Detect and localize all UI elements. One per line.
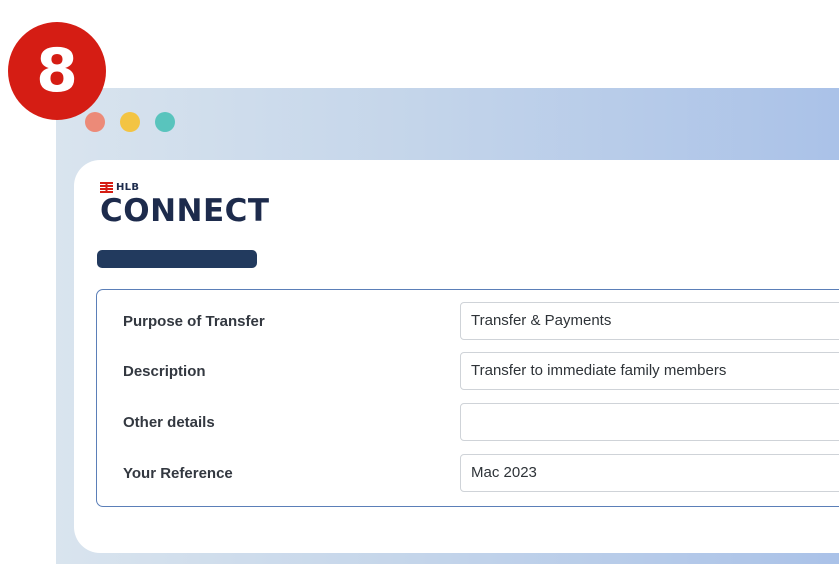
tutorial-screenshot: 8 HLB CONNECT Purpose of Transfer Transf… — [0, 0, 839, 564]
description-field[interactable]: Transfer to immediate family members — [460, 352, 839, 390]
hlb-logo-icon — [100, 181, 113, 193]
other-details-field[interactable] — [460, 403, 839, 441]
reference-label: Your Reference — [123, 465, 233, 482]
section-title-placeholder — [97, 250, 257, 268]
your-reference-field[interactable]: Mac 2023 — [460, 454, 839, 492]
step-number-badge: 8 — [8, 22, 106, 120]
form-row-purpose: Purpose of Transfer Transfer & Payments — [97, 302, 839, 342]
logo-hlb-label: HLB — [116, 181, 140, 193]
window-controls — [85, 112, 175, 132]
purpose-of-transfer-field[interactable]: Transfer & Payments — [460, 302, 839, 340]
close-window-dot[interactable] — [85, 112, 105, 132]
form-row-other-details: Other details — [97, 403, 839, 443]
form-row-reference: Your Reference Mac 2023 — [97, 454, 839, 494]
minimize-window-dot[interactable] — [120, 112, 140, 132]
logo-wordmark: CONNECT — [100, 193, 270, 229]
transfer-details-form: Purpose of Transfer Transfer & Payments … — [96, 289, 839, 507]
other-details-label: Other details — [123, 414, 215, 431]
form-row-description: Description Transfer to immediate family… — [97, 352, 839, 392]
maximize-window-dot[interactable] — [155, 112, 175, 132]
purpose-label: Purpose of Transfer — [123, 313, 265, 330]
description-label: Description — [123, 363, 206, 380]
hlb-connect-logo: HLB CONNECT — [100, 180, 270, 228]
